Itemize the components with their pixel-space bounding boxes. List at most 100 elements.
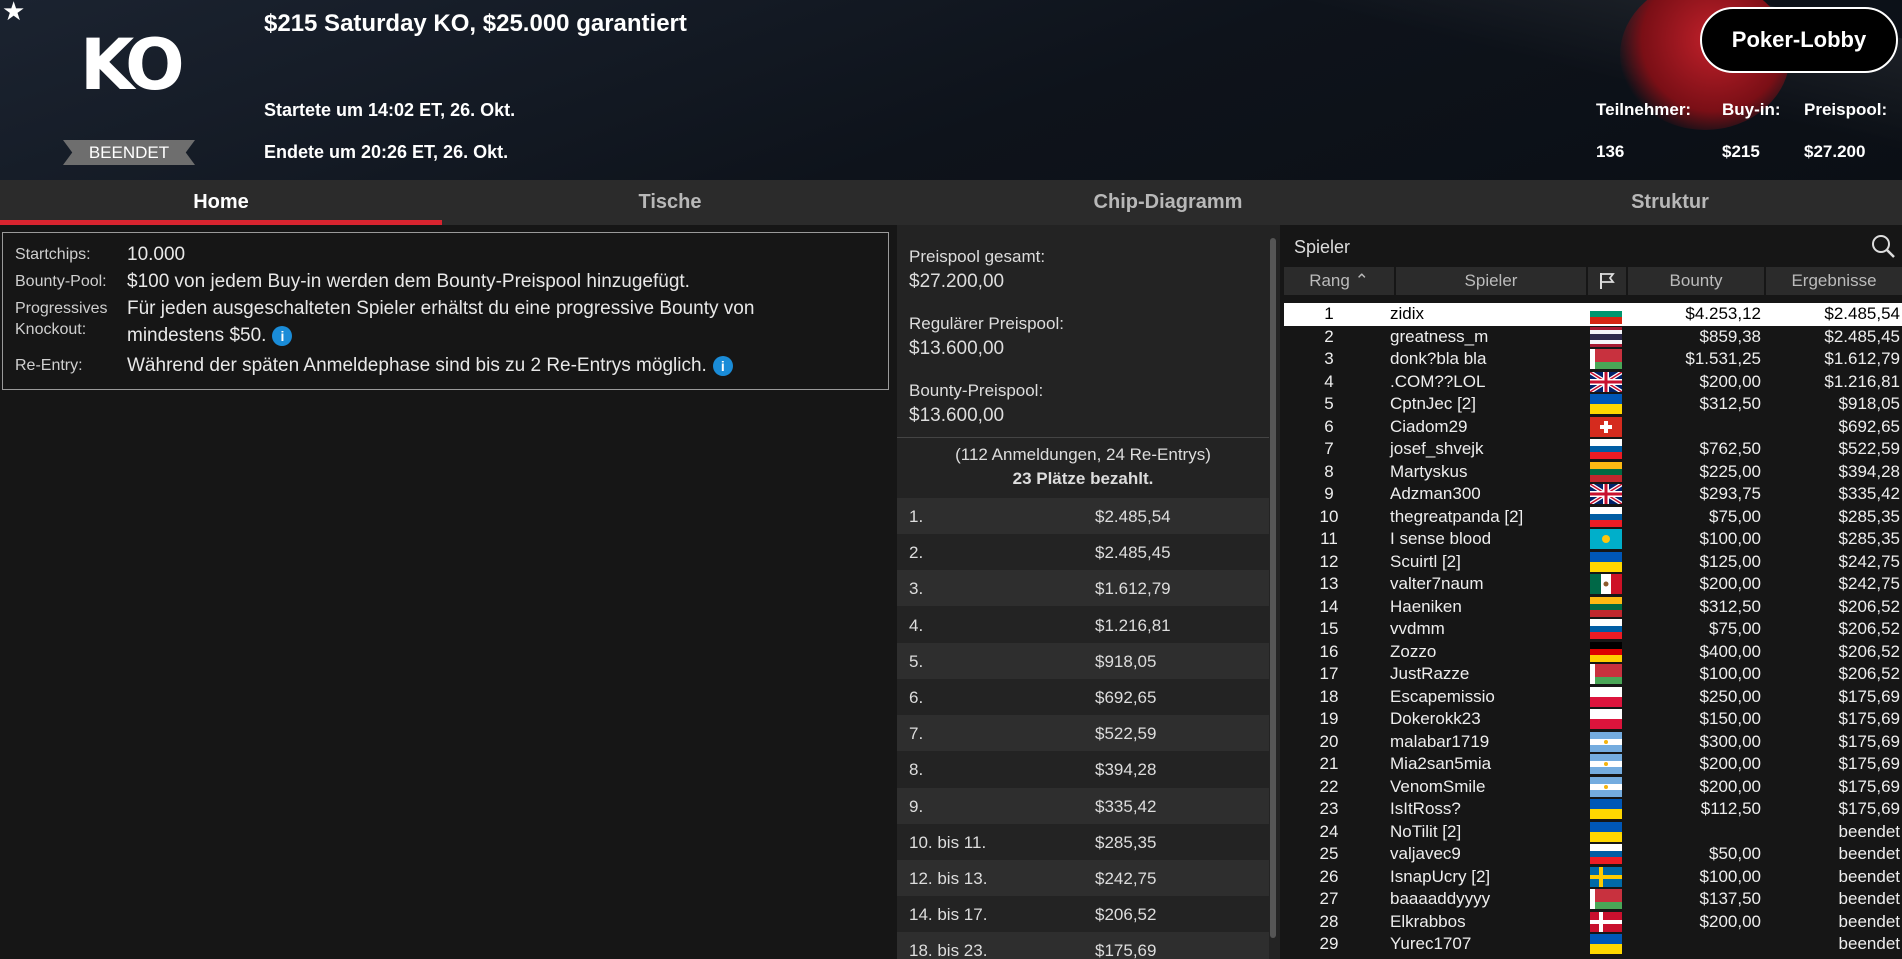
end-time: Endete um 20:26 ET, 26. Okt. [264,142,509,162]
player-result: $2.485,45 [1824,326,1900,346]
players-title: Spieler [1294,237,1351,257]
payout-amount: $394,28 [1095,760,1157,780]
player-row[interactable]: 1 zidix $4.253,12 $2.485,54 [1284,303,1902,326]
player-rank: 3 [1324,349,1334,368]
player-result: $285,35 [1838,506,1900,526]
country-flag-icon [1590,574,1622,594]
total-prizepool-label: Preispool gesamt: [909,247,1046,266]
player-rank: 22 [1319,776,1339,796]
player-row[interactable]: 8 Martyskus $225,00 $394,28 [1284,461,1902,484]
player-bounty: $225,00 [1699,461,1761,481]
player-row[interactable]: 19 Dokerokk23 $150,00 $175,69 [1284,708,1902,731]
tab-tische[interactable]: Tische [442,180,898,225]
player-result: $394,28 [1838,461,1900,481]
tab-chip-diagramm[interactable]: Chip-Diagramm [898,180,1438,225]
payout-amount: $2.485,54 [1095,507,1171,526]
country-flag-icon [1590,776,1622,797]
country-flag-icon [1590,934,1622,954]
player-row[interactable]: 24 NoTilit [2] beendet [1284,821,1902,844]
payout-amount: $1.612,79 [1095,579,1171,599]
player-row[interactable]: 26 IsnapUcry [2] $100,00 beendet [1284,866,1902,889]
country-flag-icon [1590,866,1622,887]
payout-place: 10. bis 11. [909,832,987,852]
player-row[interactable]: 11 I sense blood $100,00 $285,35 [1284,528,1902,551]
player-row[interactable]: 13 valter7naum $200,00 $242,75 [1284,573,1902,596]
player-row[interactable]: 3 donk?bla bla $1.531,25 $1.612,79 [1284,348,1902,371]
player-row[interactable]: 15 vvdmm $75,00 $206,52 [1284,618,1902,641]
player-row[interactable]: 16 Zozzo $400,00 $206,52 [1284,641,1902,664]
player-row[interactable]: 22 VenomSmile $200,00 $175,69 [1284,776,1902,799]
player-result: $285,35 [1838,529,1900,548]
player-rank: 16 [1319,641,1339,661]
country-flag-icon [1590,394,1622,414]
player-bounty: $112,50 [1700,799,1761,818]
player-result: $242,75 [1838,574,1900,593]
info-icon[interactable]: i [272,325,293,346]
rank-column-header[interactable]: Rang ⌃ [1284,267,1394,295]
player-rank: 23 [1319,799,1339,818]
tab-home[interactable]: Home [0,180,442,225]
player-name: Zozzo [1390,641,1437,661]
player-name: Adzman300 [1390,484,1481,503]
payout-amount: $335,42 [1095,796,1157,816]
player-row[interactable]: 28 Elkrabbos $200,00 beendet [1284,911,1902,934]
player-result: $175,69 [1838,799,1900,818]
pko-label-line2: Knockout: [15,321,87,338]
info-icon[interactable]: i [712,355,733,376]
flag-column-header[interactable] [1588,267,1626,295]
player-row[interactable]: 18 Escapemissio $250,00 $175,69 [1284,686,1902,709]
scrollbar[interactable] [1270,238,1276,938]
player-row[interactable]: 23 IsItRoss? $112,50 $175,69 [1284,798,1902,821]
player-row[interactable]: 14 Haeniken $312,50 $206,52 [1284,596,1902,619]
player-row[interactable]: 12 Scuirtl [2] $125,00 $242,75 [1284,551,1902,574]
player-row[interactable]: 21 Mia2san5mia $200,00 $175,69 [1284,753,1902,776]
country-flag-icon [1590,709,1622,729]
poker-lobby-button[interactable]: Poker-Lobby [1700,7,1898,73]
player-row[interactable]: 10 thegreatpanda [2] $75,00 $285,35 [1284,506,1902,529]
country-flag-icon [1590,461,1622,482]
payout-row: 6. $692,65 [897,679,1269,715]
start-time: Startete um 14:02 ET, 26. Okt. [264,100,516,120]
player-row[interactable]: 17 JustRazze $100,00 $206,52 [1284,663,1902,686]
player-name: NoTilit [2] [1390,821,1462,841]
player-row[interactable]: 7 josef_shvejk $762,50 $522,59 [1284,438,1902,461]
bounty-prizepool-value: $13.600,00 [909,405,1005,426]
player-rank: 20 [1319,731,1339,751]
player-row[interactable]: 27 baaaaddyyyy $137,50 beendet [1284,888,1902,911]
startchips-label: Startchips: [15,246,91,263]
player-row[interactable]: 4 .COM??LOL $200,00 $1.216,81 [1284,369,1902,394]
startchips-value: 10.000 [127,244,186,265]
country-flag-icon [1590,911,1622,932]
tab-struktur[interactable]: Struktur [1438,180,1902,225]
player-row[interactable]: 9 Adzman300 $293,75 $335,42 [1284,482,1902,506]
payout-place: 18. bis 23. [909,941,988,959]
bounty-column-header[interactable]: Bounty [1628,267,1764,295]
player-row[interactable]: 6 Ciadom29 $692,65 [1284,416,1902,439]
player-rank: 5 [1324,394,1334,413]
bounty-prizepool-label: Bounty-Preispool: [909,381,1044,400]
player-bounty: $75,00 [1709,506,1761,526]
search-icon[interactable] [1870,233,1896,259]
player-row[interactable]: 2 greatness_m $859,38 $2.485,45 [1284,326,1902,349]
payout-amount: $242,75 [1095,869,1157,888]
player-rank: 12 [1319,551,1339,571]
country-flag-icon [1590,664,1622,684]
player-name: Scuirtl [2] [1390,551,1461,571]
player-result: $1.612,79 [1824,349,1900,368]
result-column-header[interactable]: Ergebnisse [1766,267,1902,295]
player-name: zidix [1390,304,1425,323]
player-name: I sense blood [1390,529,1492,548]
player-row[interactable]: 20 malabar1719 $300,00 $175,69 [1284,731,1902,754]
player-row[interactable]: 25 valjavec9 $50,00 beendet [1284,843,1902,866]
player-rank: 1 [1324,304,1334,323]
player-column-header[interactable]: Spieler [1396,267,1586,295]
player-name: Escapemissio [1390,686,1495,706]
payout-place: 1. [909,507,924,526]
players-panel: Spieler Rang ⌃ Spieler Bounty Ergebnisse… [1282,225,1902,959]
player-result: $692,65 [1838,416,1900,436]
country-flag-icon [1590,799,1622,819]
player-row[interactable]: 5 CptnJec [2] $312,50 $918,05 [1284,393,1902,416]
player-row[interactable]: 29 Yurec1707 beendet [1284,933,1902,956]
pko-value-line1: Für jeden ausgeschalteten Spieler erhält… [127,298,755,319]
star-icon[interactable]: ★ [2,0,25,27]
